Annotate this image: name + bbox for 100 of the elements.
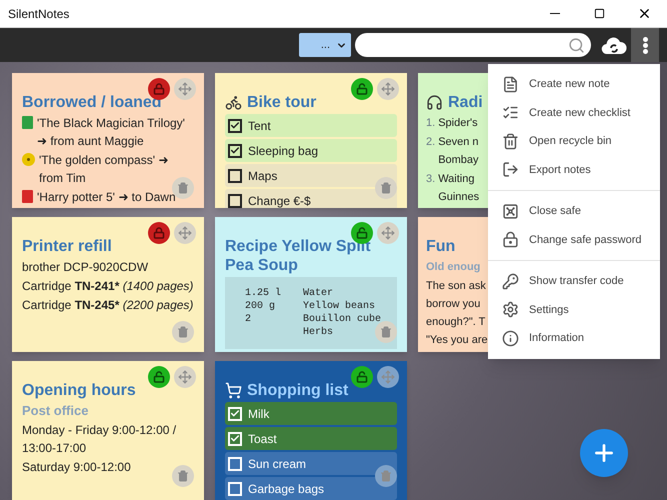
note-title: Shopping list [247,381,348,400]
quantity-text: 1.25 l [245,287,282,300]
add-button[interactable] [580,429,628,477]
move-button[interactable] [377,366,399,388]
check-icon [230,408,240,419]
delete-button[interactable] [172,321,194,343]
check-icon [230,433,240,444]
note-text-line: The son ask [426,279,486,294]
checklist-item[interactable]: Sun cream [225,452,397,475]
check-icon [230,145,240,156]
unlock-button[interactable] [351,78,373,100]
trash-icon [502,132,519,150]
checklist-item[interactable]: Garbage bags [225,477,397,500]
safe-icon [502,202,519,220]
menu-item[interactable]: Create new note [488,70,660,98]
note-title: Fun [426,237,456,256]
maximize-icon [594,8,605,19]
cart-icon [225,382,242,399]
cloud-sync-icon[interactable] [601,35,627,55]
note-paragraph: 'The golden compass' ➜ from Tim [39,152,170,187]
note-paragraph: Saturday 9:00-12:00 [22,459,132,476]
search-field[interactable] [355,33,591,57]
unlock-button[interactable] [351,366,373,388]
note-card[interactable]: Printer refill brother DCP-9020CDW Cartridge TN-241* (1400 pages) Cartridge TN-245* (2200 pages) [12,217,204,352]
ingredient-text: Yellow beans [303,300,376,313]
list-item-text: Guinnes [438,190,480,205]
menu-item[interactable]: Open recycle bin [488,127,660,156]
unlock-icon [356,371,368,383]
note-title: Bike tour [247,93,316,112]
list-item-text: Bombay [438,153,479,168]
checklist-item[interactable]: Maps [225,164,397,187]
checklist-item-text: Change €-$ [248,192,311,208]
note-title: Borrowed / loaned [22,93,162,112]
checkbox[interactable] [228,144,242,158]
trash-icon [380,182,392,194]
checklist-item[interactable]: Change €-$ [225,189,397,208]
checkbox[interactable] [228,118,242,132]
note-paragraph: 'The Black Magician Trilogy' ➜ from aunt Maggie [37,115,186,150]
menu-item[interactable]: Close safe [488,197,660,226]
more-options-button[interactable] [631,28,659,62]
note-card[interactable]: Opening hours Post office Monday - Friday 9:00-12:00 / 13:00-17:00 Saturday 9:00-12:00 [12,361,204,500]
ingredient-text: Herbs [303,326,334,339]
checklist-item-text: Garbage bags [248,480,324,498]
search-icon [568,36,585,54]
note-card[interactable]: Shopping list Milk Toast Sun cream Garbage bags [215,361,407,500]
note-paragraph: 'Harry potter 5' ➜ to Dawn [37,189,176,206]
menu-item[interactable]: Settings [488,296,660,324]
window-title: SilentNotes [8,6,70,22]
close-icon [637,6,652,21]
note-title: Radi [448,93,483,112]
menu-item[interactable]: Information [488,324,660,352]
note-icon [502,76,519,93]
check-icon [230,120,240,131]
note-card[interactable]: Borrowed / loaned 'The Black Magician Trilogy' ➜ from aunt Maggie 'The golden compass' ➜ from Tim 'Harry potter 5' ➜ to Dawn [12,73,204,208]
list-number: 3. [426,172,436,187]
menu-item[interactable]: Create new checklist [488,98,660,127]
lock-icon [153,227,165,239]
bicycle-icon [225,94,242,111]
ingredient-text: Water [303,287,334,300]
move-icon [178,82,192,96]
checklist-item[interactable]: Tent [225,114,397,137]
checklist-item-text: Toast [248,430,277,448]
menu-item[interactable]: Export notes [488,156,660,184]
delete-button[interactable] [172,465,194,487]
note-text-line: borrow you [426,297,480,312]
move-icon [381,226,395,240]
checkbox[interactable] [228,168,242,182]
lock-button[interactable] [148,222,170,244]
filter-dropdown-button[interactable]: ... [299,33,351,57]
checklist-item[interactable]: Milk [225,402,397,425]
menu-item[interactable]: Show transfer code [488,267,660,296]
move-icon [178,370,192,384]
trash-icon [380,326,392,338]
trash-icon [177,326,189,338]
quantity-text: 2 [245,313,252,326]
info-icon [502,330,519,347]
trash-icon [380,470,392,482]
menu-item[interactable]: Change safe password [488,226,660,254]
unlock-icon [153,371,165,383]
checklist-item-text: Sun cream [248,456,306,472]
note-text-line: enough?". T [426,315,486,330]
key-icon [502,272,519,290]
note-paragraph: Cartridge TN-245* (2200 pages) [22,297,194,314]
unlock-button[interactable] [148,366,170,388]
list-item-text: Spider's [438,116,478,131]
checklist-item-text: Milk [248,406,270,422]
note-paragraph: Cartridge TN-241* (1400 pages) [22,278,194,295]
unlock-icon [356,83,368,95]
export-icon [502,161,519,178]
move-icon [178,226,192,240]
lock-icon [502,231,519,248]
checklist-item[interactable]: Toast [225,427,397,450]
note-card[interactable]: Bike tour Tent Sleeping bag Maps Change €-$ [215,73,407,208]
checkbox[interactable] [228,194,242,208]
unlock-icon [356,227,368,239]
checklist-item[interactable]: Sleeping bag [225,139,397,162]
settings-icon [502,301,519,318]
list-number: 2. [426,135,436,150]
note-paragraph: brother DCP-9020CDW [22,259,150,276]
checklist-item-text: Maps [248,168,278,184]
